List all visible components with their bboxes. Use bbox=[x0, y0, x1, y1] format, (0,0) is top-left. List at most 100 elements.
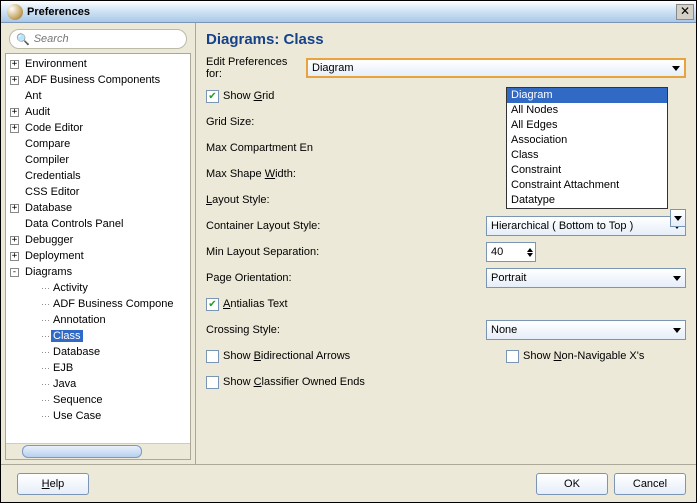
tree-item[interactable]: ⋯Use Case bbox=[6, 408, 190, 424]
tree-item-label: Deployment bbox=[23, 250, 86, 262]
dropdown-option[interactable]: Datatype bbox=[507, 193, 667, 208]
show-classifier-checkbox[interactable] bbox=[206, 376, 219, 389]
antialias-checkbox[interactable]: ✔ bbox=[206, 298, 219, 311]
container-layout-label: Container Layout Style: bbox=[206, 220, 486, 232]
show-grid-checkbox[interactable]: ✔ bbox=[206, 90, 219, 103]
expand-icon[interactable]: + bbox=[10, 76, 19, 85]
tree-item-label: ADF Business Compone bbox=[51, 298, 175, 310]
tree-item[interactable]: ⋯ADF Business Compone bbox=[6, 296, 190, 312]
show-grid-label: Show Grid bbox=[223, 90, 274, 102]
page-orient-value: Portrait bbox=[491, 272, 526, 284]
expand-icon[interactable]: + bbox=[10, 108, 19, 117]
tree-spacer bbox=[10, 92, 19, 101]
min-sep-spinner[interactable]: 40 bbox=[486, 242, 536, 262]
tree-item[interactable]: ⋯Class bbox=[6, 328, 190, 344]
tree-item-label: Database bbox=[23, 202, 74, 214]
close-button[interactable]: ✕ bbox=[676, 4, 694, 20]
tree-item[interactable]: + Debugger bbox=[6, 232, 190, 248]
tree-item-label: ADF Business Components bbox=[23, 74, 162, 86]
preferences-tree[interactable]: +Environment+ADF Business ComponentsAnt+… bbox=[6, 54, 190, 459]
layout-style-dropdown-arrow[interactable] bbox=[670, 209, 686, 227]
container-layout-select[interactable]: Hierarchical ( Bottom to Top ) bbox=[486, 216, 686, 236]
show-nonnav-label: Show Non-Navigable X's bbox=[523, 350, 644, 362]
tree-item[interactable]: + Audit bbox=[6, 104, 190, 120]
expand-icon[interactable]: + bbox=[10, 124, 19, 133]
dropdown-option[interactable]: Class bbox=[507, 148, 667, 163]
min-sep-value: 40 bbox=[491, 246, 503, 258]
show-nonnav-checkbox[interactable] bbox=[506, 350, 519, 363]
crossing-select[interactable]: None bbox=[486, 320, 686, 340]
page-heading: Diagrams: Class bbox=[206, 31, 686, 48]
antialias-label: Antialias Text bbox=[223, 298, 288, 310]
tree-connector: ⋯ bbox=[41, 315, 49, 326]
tree-item[interactable]: Ant bbox=[6, 88, 190, 104]
tree-connector: ⋯ bbox=[41, 347, 49, 358]
dropdown-option[interactable]: Diagram bbox=[507, 88, 667, 103]
tree-item-label: Database bbox=[51, 346, 102, 358]
horizontal-scrollbar[interactable] bbox=[6, 443, 190, 459]
tree-spacer bbox=[28, 300, 37, 309]
edit-pref-select[interactable]: Diagram bbox=[306, 58, 686, 78]
tree-item[interactable]: -Diagrams bbox=[6, 264, 190, 280]
chevron-down-icon bbox=[673, 276, 681, 281]
title-bar: Preferences ✕ bbox=[1, 1, 696, 23]
tree-item[interactable]: CSS Editor bbox=[6, 184, 190, 200]
tree-spacer bbox=[28, 380, 37, 389]
grid-size-label: Grid Size: bbox=[206, 116, 346, 128]
ok-button[interactable]: OK bbox=[536, 473, 608, 495]
tree-item[interactable]: +Environment bbox=[6, 56, 190, 72]
tree-spacer bbox=[10, 220, 19, 229]
tree-item[interactable]: Compiler bbox=[6, 152, 190, 168]
help-button[interactable]: Help bbox=[17, 473, 89, 495]
tree-spacer bbox=[10, 140, 19, 149]
show-bidir-checkbox[interactable] bbox=[206, 350, 219, 363]
search-box[interactable]: 🔍 bbox=[9, 29, 187, 49]
tree-item[interactable]: + Deployment bbox=[6, 248, 190, 264]
chevron-down-icon bbox=[672, 66, 680, 71]
tree-item-label: Data Controls Panel bbox=[23, 218, 125, 230]
crossing-label: Crossing Style: bbox=[206, 324, 486, 336]
tree-item[interactable]: ⋯Database bbox=[6, 344, 190, 360]
container-layout-value: Hierarchical ( Bottom to Top ) bbox=[491, 220, 633, 232]
edit-pref-dropdown[interactable]: DiagramAll NodesAll EdgesAssociationClas… bbox=[506, 87, 668, 209]
dropdown-option[interactable]: All Edges bbox=[507, 118, 667, 133]
tree-item[interactable]: + Database bbox=[6, 200, 190, 216]
edit-pref-label: Edit Preferences for: bbox=[206, 56, 306, 80]
tree-item[interactable]: ⋯Activity bbox=[6, 280, 190, 296]
tree-spacer bbox=[10, 172, 19, 181]
cancel-button[interactable]: Cancel bbox=[614, 473, 686, 495]
show-bidir-label: Show Bidirectional Arrows bbox=[223, 350, 350, 362]
tree-item[interactable]: Credentials bbox=[6, 168, 190, 184]
tree-item[interactable]: ⋯Annotation bbox=[6, 312, 190, 328]
tree-item-label: Sequence bbox=[51, 394, 105, 406]
tree-item[interactable]: ⋯Sequence bbox=[6, 392, 190, 408]
search-input[interactable] bbox=[34, 33, 180, 45]
tree-connector: ⋯ bbox=[41, 331, 49, 342]
tree-item[interactable]: +Code Editor bbox=[6, 120, 190, 136]
tree-item[interactable]: + ADF Business Components bbox=[6, 72, 190, 88]
dropdown-option[interactable]: Constraint bbox=[507, 163, 667, 178]
app-icon bbox=[7, 4, 23, 20]
expand-icon[interactable]: + bbox=[10, 236, 19, 245]
expand-icon[interactable]: + bbox=[10, 204, 19, 213]
tree-item-label: Debugger bbox=[23, 234, 75, 246]
expand-icon[interactable]: + bbox=[10, 60, 19, 69]
expand-icon[interactable]: + bbox=[10, 252, 19, 261]
tree-item[interactable]: ⋯Java bbox=[6, 376, 190, 392]
tree-connector: ⋯ bbox=[41, 411, 49, 422]
tree-item-label: Compare bbox=[23, 138, 72, 150]
search-icon: 🔍 bbox=[16, 33, 30, 46]
tree-connector: ⋯ bbox=[41, 363, 49, 374]
collapse-icon[interactable]: - bbox=[10, 268, 19, 277]
tree-item[interactable]: Data Controls Panel bbox=[6, 216, 190, 232]
tree-item[interactable]: ⋯EJB bbox=[6, 360, 190, 376]
tree-item-label: Diagrams bbox=[23, 266, 74, 278]
page-orient-select[interactable]: Portrait bbox=[486, 268, 686, 288]
dropdown-option[interactable]: All Nodes bbox=[507, 103, 667, 118]
tree-item-label: Audit bbox=[23, 106, 52, 118]
dropdown-option[interactable]: Constraint Attachment bbox=[507, 178, 667, 193]
max-shape-label: Max Shape Width: bbox=[206, 168, 296, 180]
tree-item[interactable]: Compare bbox=[6, 136, 190, 152]
tree-item-label: Credentials bbox=[23, 170, 83, 182]
dropdown-option[interactable]: Association bbox=[507, 133, 667, 148]
